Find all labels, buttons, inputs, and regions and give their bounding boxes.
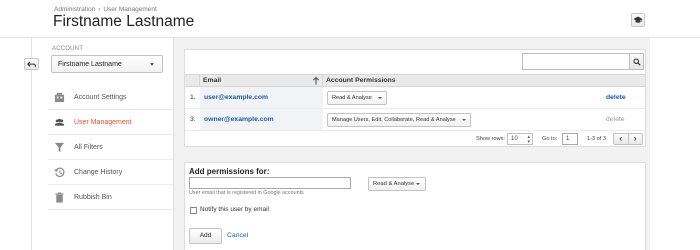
history-icon [53, 166, 65, 178]
sidebar-item-label: Change History [74, 168, 123, 176]
row-email[interactable]: owner@example.com [200, 109, 323, 130]
notify-checkbox[interactable] [190, 207, 197, 214]
goto-value: 1 [566, 136, 570, 142]
notify-label[interactable]: Notify this user by email [200, 206, 269, 213]
previous-page-button[interactable]: ‹ [614, 134, 628, 144]
account-label: ACCOUNT [52, 46, 84, 52]
goto-label: Go to: [542, 136, 558, 142]
add-permission-select-value: Read & Analyse [373, 181, 415, 187]
show-rows-label: Show rows: [476, 136, 505, 142]
search-input[interactable] [522, 53, 630, 70]
stepper-arrows-icon: ▴ ▾ [527, 134, 530, 145]
sidebar-item-all-filters[interactable]: All Filters [48, 135, 173, 160]
sidebar-item-label: Rubbish Bin [74, 193, 112, 201]
column-header-email[interactable]: Email [203, 77, 221, 84]
cancel-link[interactable]: Cancel [227, 232, 248, 239]
sidebar: ACCOUNT Firstname Lastname Account Setti… [48, 38, 180, 250]
column-divider [199, 75, 200, 87]
column-header-permissions[interactable]: Account Permissions [326, 77, 396, 84]
show-rows-select[interactable]: 10 ▴ ▾ [507, 133, 533, 145]
back-button[interactable] [24, 58, 39, 70]
trash-icon [53, 191, 65, 203]
sidebar-item-label: All Filters [74, 143, 103, 151]
sidebar-item-rubbish-bin[interactable]: Rubbish Bin [48, 185, 173, 210]
search-icon [632, 57, 641, 66]
sort-up-arrow-icon[interactable] [311, 76, 321, 86]
breadcrumb-separator: › [98, 6, 101, 13]
account-select-value: Firstname Lastname [58, 61, 122, 68]
graduation-cap-icon [633, 16, 643, 23]
help-button[interactable] [631, 13, 645, 27]
search-button[interactable] [630, 53, 644, 70]
add-permission-select[interactable]: Read & Analyse [368, 177, 426, 191]
permission-select[interactable]: Manage Users, Edit, Collaborate, Read & … [327, 113, 471, 127]
chevron-down-icon [461, 119, 466, 121]
next-page-button[interactable]: › [627, 134, 643, 144]
page-title: Firstname Lastname [53, 13, 195, 30]
add-permissions-card: Add permissions for: User email that is … [184, 162, 646, 250]
sidebar-item-label: Account Settings [74, 93, 127, 101]
table-header: Email Account Permissions [185, 74, 645, 87]
users-table-card: Email Account Permissions 1. user@exampl… [184, 49, 646, 147]
email-field[interactable] [189, 177, 351, 189]
row-email[interactable]: user@example.com [200, 87, 323, 108]
sidebar-item-label: User Management [74, 118, 132, 126]
row-number: 3. [190, 116, 196, 123]
column-divider [322, 75, 323, 87]
add-permissions-title: Add permissions for: [189, 167, 270, 176]
sidebar-item-change-history[interactable]: Change History [48, 160, 173, 185]
pager-buttons: ‹ › [613, 133, 643, 145]
main-panel: Email Account Permissions 1. user@exampl… [173, 38, 650, 250]
page-header: Administration › User Management Firstname… [0, 0, 700, 36]
filter-icon [53, 141, 65, 153]
add-button[interactable]: Add [189, 228, 222, 244]
email-hint: User email that is registered in Google … [189, 190, 304, 196]
table-row: 1. user@example.com Read & Analyse delet… [185, 87, 645, 109]
chevron-down-icon [416, 183, 420, 185]
breadcrumb-item-user-management[interactable]: User Management [103, 6, 156, 13]
goto-input[interactable]: 1 [562, 133, 578, 145]
back-arrow-icon [27, 61, 36, 67]
breadcrumb-item-administration[interactable]: Administration [54, 6, 95, 13]
breadcrumb: Administration › User Management [54, 6, 157, 13]
row-number: 1. [190, 94, 196, 101]
chevron-down-icon [377, 97, 382, 99]
page-range: 1-3 of 3 [587, 136, 606, 142]
sidebar-item-account-settings[interactable]: Account Settings [48, 85, 173, 110]
sidebar-item-user-management[interactable]: User Management [48, 110, 180, 135]
delete-link-disabled: delete [606, 116, 625, 123]
show-rows-value: 10 [511, 136, 518, 142]
permission-select[interactable]: Read & Analyse [327, 91, 387, 105]
building-icon [53, 91, 65, 103]
delete-link[interactable]: delete [606, 94, 626, 101]
sidebar-nav: Account Settings User Management All Fil… [48, 85, 180, 210]
users-icon [53, 116, 65, 128]
chevron-down-icon [150, 63, 154, 66]
permission-select-value: Read & Analyse [332, 95, 372, 101]
permission-select-value: Manage Users, Edit, Collaborate, Read & … [332, 117, 456, 123]
account-select[interactable]: Firstname Lastname [51, 55, 163, 73]
table-row: 3. owner@example.com Manage Users, Edit,… [185, 109, 645, 131]
table-pager: Show rows: 10 ▴ ▾ Go to: 1 1-3 of 3 ‹ › [185, 132, 645, 147]
